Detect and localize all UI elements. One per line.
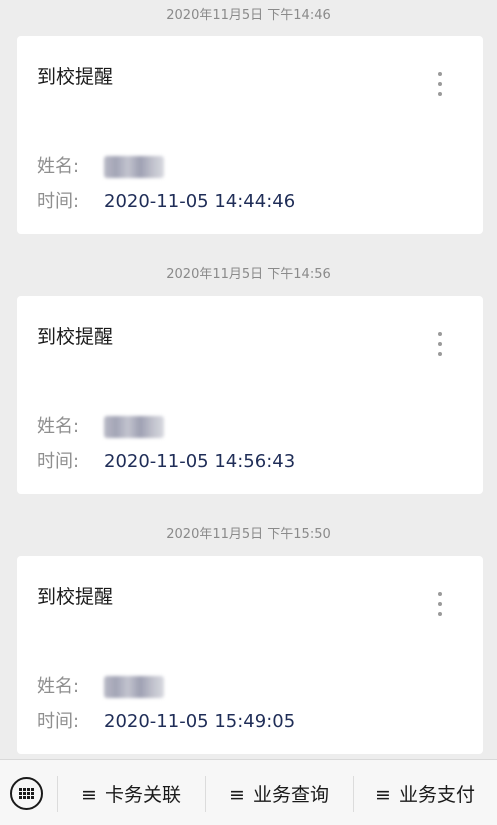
message-timestamp: 2020年11月5日 下午15:50 (166, 527, 331, 542)
bottom-menu-bar: ≡ 卡务关联 ≡ 业务查询 ≡ 业务支付 (0, 759, 497, 825)
message-card[interactable]: 到校提醒 姓名: 时间: 2020-11-05 15:49:05 (17, 556, 483, 754)
card-title: 到校提醒 (37, 66, 114, 88)
menu-item-label: 业务支付 (398, 784, 475, 806)
name-label: 姓名: (37, 676, 80, 697)
message-card[interactable]: 到校提醒 姓名: 时间: 2020-11-05 14:44:46 (17, 36, 483, 234)
message-timestamp: 2020年11月5日 下午14:46 (166, 8, 331, 23)
time-label: 时间: (37, 191, 80, 212)
name-row: 姓名: (37, 672, 164, 698)
time-row: 时间: 2020-11-05 15:49:05 (37, 707, 295, 733)
menu-item-business-payment[interactable]: ≡ 业务支付 (353, 780, 497, 807)
time-row: 时间: 2020-11-05 14:44:46 (37, 187, 295, 213)
menu-item-label: 卡务关联 (104, 784, 181, 806)
menu-item-label: 业务查询 (252, 784, 329, 806)
message-card[interactable]: 到校提醒 姓名: 时间: 2020-11-05 14:56:43 (17, 296, 483, 494)
more-options-icon[interactable] (437, 592, 443, 620)
more-options-icon[interactable] (437, 332, 443, 360)
card-title: 到校提醒 (37, 586, 114, 608)
time-value: 2020-11-05 14:56:43 (104, 451, 296, 472)
time-label: 时间: (37, 711, 80, 732)
blurred-name (104, 676, 164, 698)
time-value: 2020-11-05 15:49:05 (104, 711, 296, 732)
name-label: 姓名: (37, 416, 80, 437)
menu-list-icon: ≡ (81, 784, 97, 806)
time-value: 2020-11-05 14:44:46 (104, 191, 296, 212)
time-label: 时间: (37, 451, 80, 472)
more-options-icon[interactable] (437, 72, 443, 100)
menu-list-icon: ≡ (375, 784, 391, 806)
message-timestamp: 2020年11月5日 下午14:56 (166, 267, 331, 282)
card-title: 到校提醒 (37, 326, 114, 348)
name-label: 姓名: (37, 156, 80, 177)
name-row: 姓名: (37, 412, 164, 438)
blurred-name (104, 416, 164, 438)
keyboard-icon[interactable] (10, 777, 43, 810)
menu-list-icon: ≡ (229, 784, 245, 806)
time-row: 时间: 2020-11-05 14:56:43 (37, 447, 295, 473)
menu-item-business-query[interactable]: ≡ 业务查询 (205, 780, 353, 807)
menu-item-card-link[interactable]: ≡ 卡务关联 (57, 780, 205, 807)
name-row: 姓名: (37, 152, 164, 178)
blurred-name (104, 156, 164, 178)
